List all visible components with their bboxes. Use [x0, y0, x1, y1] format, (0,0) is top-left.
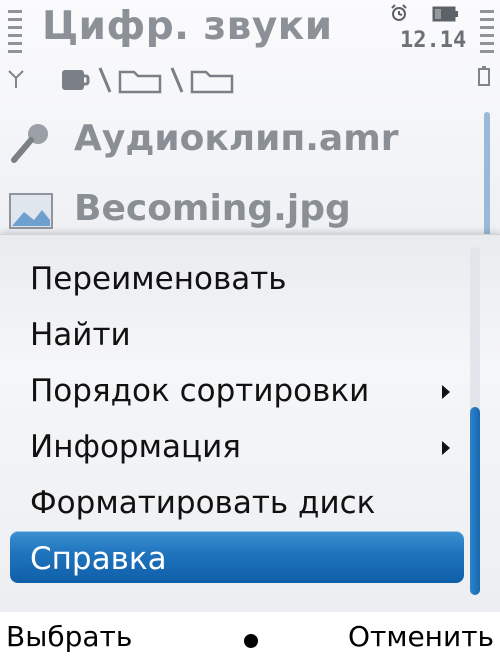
menu-item-label: Найти — [30, 317, 131, 353]
menu-item-label: Переименовать — [30, 261, 287, 297]
softkey-bar: Выбрать Отменить — [0, 612, 500, 666]
battery-small-icon — [478, 66, 490, 86]
cancel-button[interactable]: Отменить — [348, 620, 494, 653]
file-name: Аудиоклип.amr — [74, 118, 399, 159]
phone-screen: Цифр. звуки 12.14 Аудиоклип.amr Becoming… — [0, 0, 500, 666]
submenu-arrow-icon — [442, 385, 450, 399]
menu-item-help[interactable]: Справка — [30, 535, 470, 583]
memory-card-icon — [62, 70, 90, 90]
menu-item-label: Форматировать диск — [30, 485, 376, 521]
menu-item-label: Справка — [30, 541, 167, 577]
scrollbar-thumb[interactable] — [470, 407, 480, 595]
folder-icon — [118, 70, 162, 94]
menu-item-info[interactable]: Информация — [30, 423, 470, 471]
antenna-icon — [8, 70, 24, 88]
image-icon — [9, 193, 53, 229]
battery-icon — [432, 6, 458, 22]
alarm-icon — [391, 4, 407, 21]
scrollbar[interactable] — [484, 112, 490, 240]
list-item[interactable]: Becoming.jpg — [0, 184, 480, 240]
microphone-icon — [11, 124, 48, 163]
menu-item-format-disk[interactable]: Форматировать диск — [30, 479, 470, 527]
breadcrumb — [62, 67, 234, 94]
file-name: Becoming.jpg — [74, 188, 351, 229]
file-browser-background: Цифр. звуки 12.14 Аудиоклип.amr Becoming… — [0, 0, 500, 240]
select-button[interactable]: Выбрать — [6, 620, 132, 653]
page-title: Цифр. звуки — [42, 4, 333, 49]
menu-item-sort-order[interactable]: Порядок сортировки — [30, 367, 470, 415]
menu-item-find[interactable]: Найти — [30, 311, 470, 359]
options-menu: Переименовать Найти Порядок сортировки И… — [0, 234, 500, 613]
menu-item-rename[interactable]: Переименовать — [30, 255, 470, 303]
folder-icon — [190, 70, 234, 94]
menu-item-label: Порядок сортировки — [30, 373, 370, 409]
menu-item-label: Информация — [30, 429, 241, 465]
clock: 12.14 — [400, 28, 467, 53]
submenu-arrow-icon — [442, 441, 450, 455]
list-item[interactable]: Аудиоклип.amr — [0, 114, 480, 170]
navigation-center-icon[interactable] — [244, 634, 258, 648]
